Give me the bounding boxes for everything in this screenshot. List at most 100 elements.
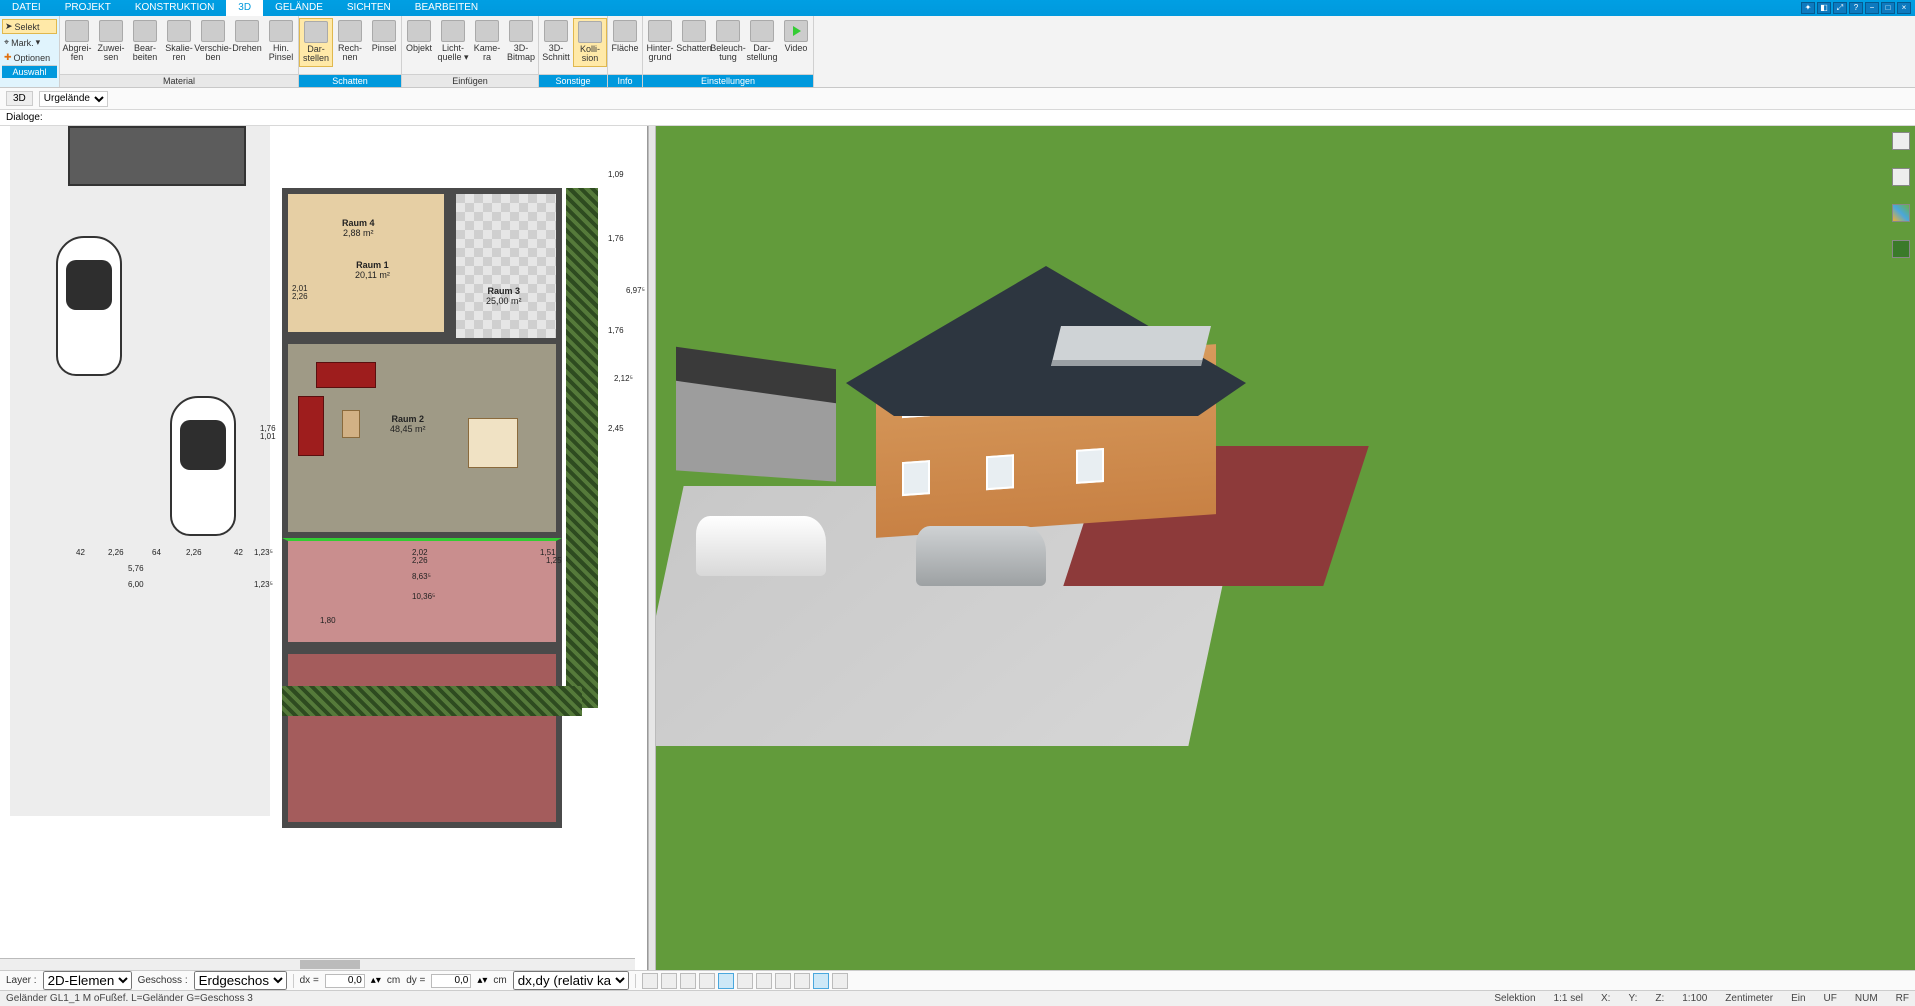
dimension-label: 2,26: [292, 292, 308, 301]
furniture-icon[interactable]: [1892, 168, 1910, 186]
ico-brush-icon: [65, 20, 89, 42]
menu-tab-sichten[interactable]: SICHTEN: [335, 0, 403, 16]
ribbon-button[interactable]: Abgrei-fen: [60, 18, 94, 65]
ico-cube-icon: [509, 20, 533, 42]
ribbon-label: beiten: [133, 53, 158, 62]
ribbon-button[interactable]: Dar-stellung: [745, 18, 779, 65]
ribbon-button[interactable]: Fläche: [608, 18, 642, 55]
menu-tab-datei[interactable]: DATEI: [0, 0, 53, 16]
ribbon-button[interactable]: Hin.Pinsel: [264, 18, 298, 65]
tree-icon[interactable]: [1892, 240, 1910, 258]
titlebar-icon[interactable]: ◧: [1817, 2, 1831, 14]
clock-icon[interactable]: [642, 973, 658, 989]
ribbon-button[interactable]: Bear-beiten: [128, 18, 162, 65]
close-button[interactable]: ×: [1897, 2, 1911, 14]
ribbon-button[interactable]: Hinter-grund: [643, 18, 677, 65]
ico-scale-icon: [613, 20, 637, 42]
ribbon-button[interactable]: Objekt: [402, 18, 436, 55]
ribbon-button[interactable]: Pinsel: [367, 18, 401, 55]
info-icon[interactable]: [832, 973, 848, 989]
cube-icon[interactable]: [756, 973, 772, 989]
ribbon-button[interactable]: 3D-Schnitt: [539, 18, 573, 65]
ribbon-button[interactable]: 3D-Bitmap: [504, 18, 538, 65]
layers-icon[interactable]: [737, 973, 753, 989]
menu-tab-bearbeiten[interactable]: BEARBEITEN: [403, 0, 490, 16]
dx-input[interactable]: [325, 974, 365, 988]
ribbon-button[interactable]: Kolli-sion: [573, 18, 607, 67]
titlebar-icon[interactable]: ⤢: [1833, 2, 1847, 14]
dimension-label: 6,00: [128, 580, 144, 589]
status-selection-text: Geländer GL1_1 M oFußef. L=Geländer G=Ge…: [6, 993, 253, 1004]
ribbon-button[interactable]: Licht-quelle ▾: [436, 18, 470, 65]
ico-rotate-icon: [235, 20, 259, 42]
ribbon-button[interactable]: Zuwei-sen: [94, 18, 128, 65]
minimize-button[interactable]: −: [1865, 2, 1879, 14]
titlebar-icon[interactable]: ✦: [1801, 2, 1815, 14]
splitter[interactable]: [648, 126, 656, 970]
ribbon-button[interactable]: Dar-stellen: [299, 18, 333, 67]
select-button[interactable]: ➤ Selekt: [2, 19, 57, 34]
ribbon-label: quelle ▾: [437, 53, 468, 62]
screen-icon[interactable]: [661, 973, 677, 989]
status-uf: UF: [1824, 993, 1837, 1004]
wand-icon[interactable]: [699, 973, 715, 989]
layer-select[interactable]: Urgelände: [39, 91, 108, 107]
terrace-lower-2d: [282, 648, 562, 828]
viewport-2d[interactable]: Raum 42,88 m²Raum 120,11 m²Raum 325,00 m…: [0, 126, 648, 970]
geschoss-dropdown[interactable]: Erdgeschos: [194, 971, 287, 990]
bottom-toolbar: Layer : 2D-Elemen Geschoss : Erdgeschos …: [0, 970, 1915, 990]
viewport-3d[interactable]: [656, 126, 1915, 970]
menu-tab-projekt[interactable]: PROJEKT: [53, 0, 123, 16]
options-button[interactable]: ✚ Optionen: [2, 51, 57, 64]
roof-icon[interactable]: [718, 973, 734, 989]
geschoss-label: Geschoss :: [138, 975, 188, 986]
ico-brush-icon: [269, 20, 293, 42]
dialog-bar: Dialoge:: [0, 110, 1915, 126]
hedge-2d: [566, 188, 598, 708]
ico-brush-icon: [372, 20, 396, 42]
dimension-label: 2,45: [608, 424, 624, 433]
mark-dropdown[interactable]: ⌖ Mark. ▾: [2, 36, 57, 49]
ribbon-button[interactable]: Beleuch-tung: [711, 18, 745, 65]
garage-3d: [676, 380, 836, 481]
ico-move-icon: [201, 20, 225, 42]
layer-dropdown[interactable]: 2D-Elemen: [43, 971, 132, 990]
ico-bulb-icon: [682, 20, 706, 42]
dy-input[interactable]: [431, 974, 471, 988]
group-label: Info: [608, 74, 642, 87]
maximize-button[interactable]: □: [1881, 2, 1895, 14]
dimension-label: 6,97⁵: [626, 286, 645, 295]
ribbon-button[interactable]: Kame-ra: [470, 18, 504, 65]
ribbon-button[interactable]: Schatten: [677, 18, 711, 55]
menu-tab-konstruktion[interactable]: KONSTRUKTION: [123, 0, 226, 16]
window-3d: [986, 454, 1014, 490]
menu-tab-gelaende[interactable]: GELÄNDE: [263, 0, 335, 16]
room-label: Raum 325,00 m²: [486, 286, 522, 306]
snap-icon[interactable]: [794, 973, 810, 989]
dimension-label: 1,76: [608, 234, 624, 243]
status-unit: Zentimeter: [1725, 993, 1773, 1004]
lock-icon[interactable]: [680, 973, 696, 989]
status-bar: Geländer GL1_1 M oFußef. L=Geländer G=Ge…: [0, 990, 1915, 1006]
ribbon-button[interactable]: Video: [779, 18, 813, 55]
layers-icon[interactable]: [1892, 132, 1910, 150]
stepper-icon[interactable]: ▴▾: [477, 975, 487, 986]
materials-icon[interactable]: [1892, 204, 1910, 222]
scrollbar-horizontal[interactable]: [0, 958, 635, 970]
ribbon-button[interactable]: Skalie-ren: [162, 18, 196, 65]
ribbon-button[interactable]: Verschie-ben: [196, 18, 230, 65]
stepper-icon[interactable]: ▴▾: [371, 975, 381, 986]
garage-2d: [68, 126, 246, 186]
ribbon-label: ra: [483, 53, 491, 62]
scrollbar-thumb[interactable]: [300, 960, 360, 969]
grid-icon[interactable]: [775, 973, 791, 989]
ico-bulb-icon: [716, 20, 740, 42]
sidetable-2d: [342, 410, 360, 438]
group-label: Schatten: [299, 74, 401, 87]
help-icon[interactable]: ?: [1849, 2, 1863, 14]
ribbon-button[interactable]: Drehen: [230, 18, 264, 55]
menu-tab-3d[interactable]: 3D: [226, 0, 263, 16]
ribbon-button[interactable]: Rech-nen: [333, 18, 367, 65]
north-icon[interactable]: [813, 973, 829, 989]
coord-mode-select[interactable]: dx,dy (relativ ka: [513, 971, 629, 990]
